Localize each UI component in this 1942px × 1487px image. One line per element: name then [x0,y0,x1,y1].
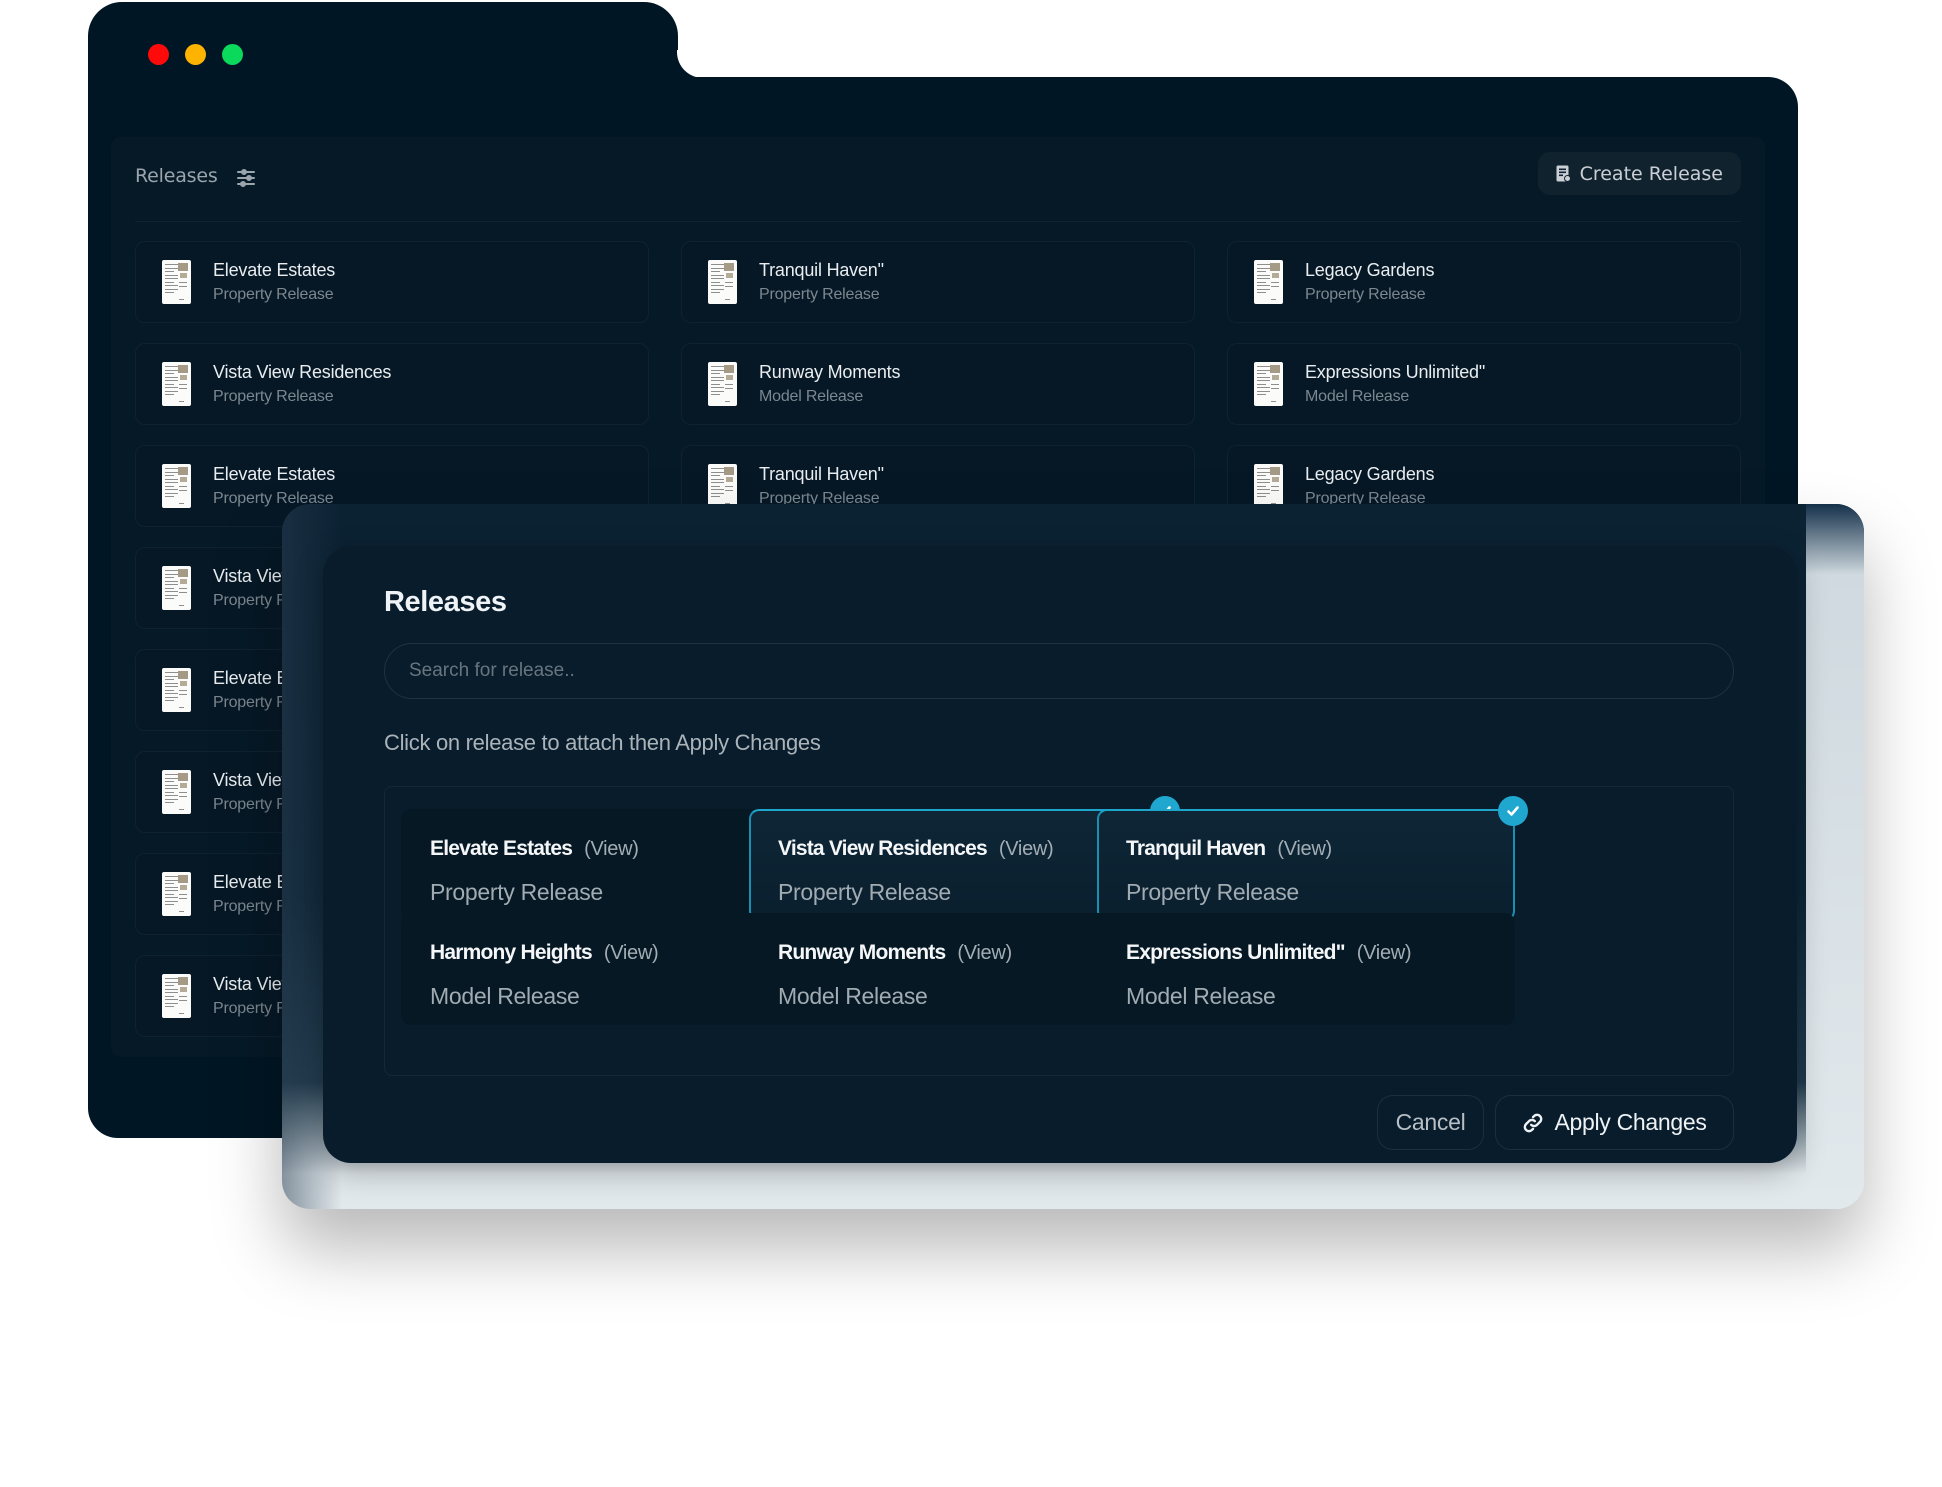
release-card[interactable]: Runway Moments Model Release [681,343,1195,425]
document-thumbnail-icon [162,362,191,406]
modal-release-type: Property Release [778,879,951,905]
modal-release-title: Tranquil Haven [1126,837,1266,860]
modal-release-card-heading: Tranquil Haven (View) [1126,837,1332,861]
release-card-title: Tranquil Haven" [759,260,884,280]
release-card-type: Property Release [1305,286,1426,303]
modal-release-title: Vista View Residences [778,837,988,860]
modal-release-title: Elevate Estates [430,837,573,860]
document-thumbnail-icon [162,464,191,508]
release-card-title: Elevate Estates [213,260,336,280]
release-card-title: Tranquil Haven" [759,464,884,484]
document-thumbnail-icon [162,668,191,712]
view-release-link[interactable]: (View) [584,838,639,861]
release-card[interactable]: Elevate Estates Property Release [135,241,649,323]
release-card-type: Model Release [759,388,864,405]
modal-release-title: Runway Moments [778,941,946,964]
modal-release-type: Model Release [430,983,580,1009]
document-thumbnail-icon [708,464,737,508]
modal-release-card-heading: Vista View Residences (View) [778,837,1054,861]
modal-release-card[interactable]: Tranquil Haven (View) Property Release [1097,796,1528,921]
release-search-input[interactable] [384,643,1734,699]
modal-release-type: Model Release [778,983,928,1009]
document-thumbnail-icon [162,260,191,304]
modal-release-title: Expressions Unlimited" [1126,941,1346,964]
apply-changes-button[interactable]: Apply Changes [1495,1095,1734,1150]
maximize-window-button[interactable] [222,44,243,65]
modal-hint: Click on release to attach then Apply Ch… [384,730,821,755]
view-release-link[interactable]: (View) [1357,942,1412,965]
modal-release-type: Model Release [1126,983,1276,1009]
link-icon [1524,1113,1543,1132]
panel-title: Releases [135,165,218,187]
selected-check-icon [1498,796,1528,826]
release-card[interactable]: Tranquil Haven" Property Release [681,241,1195,323]
document-thumbnail-icon [162,566,191,610]
view-release-link[interactable]: (View) [1277,838,1332,861]
release-card-title: Runway Moments [759,362,901,382]
window-titlebar-corner [677,50,717,78]
view-release-link[interactable]: (View) [604,942,659,965]
create-release-button[interactable]: Create Release [1537,152,1741,195]
release-card-title: Legacy Gardens [1305,260,1435,280]
release-card-type: Model Release [1305,388,1410,405]
release-card[interactable]: Legacy Gardens Property Release [1227,241,1741,323]
attach-releases-modal: Releases Click on release to attach then… [323,546,1797,1163]
release-card-title: Legacy Gardens [1305,464,1435,484]
apply-changes-label: Apply Changes [1554,1109,1707,1135]
release-card-title: Expressions Unlimited" [1305,362,1486,382]
release-card[interactable]: Expressions Unlimited" Model Release [1227,343,1741,425]
release-card-title: Elevate Estates [213,464,336,484]
document-thumbnail-icon [1254,260,1283,304]
release-card-type: Property Release [213,286,334,303]
create-release-label: Create Release [1579,162,1723,185]
modal-release-card[interactable]: Expressions Unlimited" (View) Model Releas… [1097,913,1515,1025]
document-thumbnail-icon [708,260,737,304]
modal-release-card-heading: Runway Moments (View) [778,941,1012,965]
modal-release-card-heading: Elevate Estates (View) [430,837,639,861]
minimize-window-button[interactable] [185,44,206,65]
modal-release-type: Property Release [1126,879,1299,905]
cancel-label: Cancel [1395,1109,1466,1135]
view-release-link[interactable]: (View) [957,942,1012,965]
document-thumbnail-icon [1254,464,1283,508]
cancel-button[interactable]: Cancel [1377,1095,1484,1150]
panel-header: Releases Create Release [135,137,1741,222]
document-thumbnail-icon [708,362,737,406]
release-card-title: Vista View Residences [213,362,392,382]
document-thumbnail-icon [162,770,191,814]
modal-release-card-heading: Harmony Heights (View) [430,941,659,965]
modal-release-type: Property Release [430,879,603,905]
release-card-type: Property Release [213,388,334,405]
sliders-icon[interactable] [236,168,256,188]
release-card-type: Property Release [759,286,880,303]
modal-release-grid: Elevate Estates (View) Property Release Vis… [384,786,1734,1076]
release-card[interactable]: Vista View Residences Property Release [135,343,649,425]
close-window-button[interactable] [148,44,169,65]
document-badge-icon [1556,165,1571,182]
view-release-link[interactable]: (View) [999,838,1054,861]
modal-title: Releases [384,586,507,618]
document-thumbnail-icon [1254,362,1283,406]
modal-release-title: Harmony Heights [430,941,593,964]
modal-release-card-heading: Expressions Unlimited" (View) [1126,941,1412,965]
document-thumbnail-icon [162,974,191,1018]
document-thumbnail-icon [162,872,191,916]
